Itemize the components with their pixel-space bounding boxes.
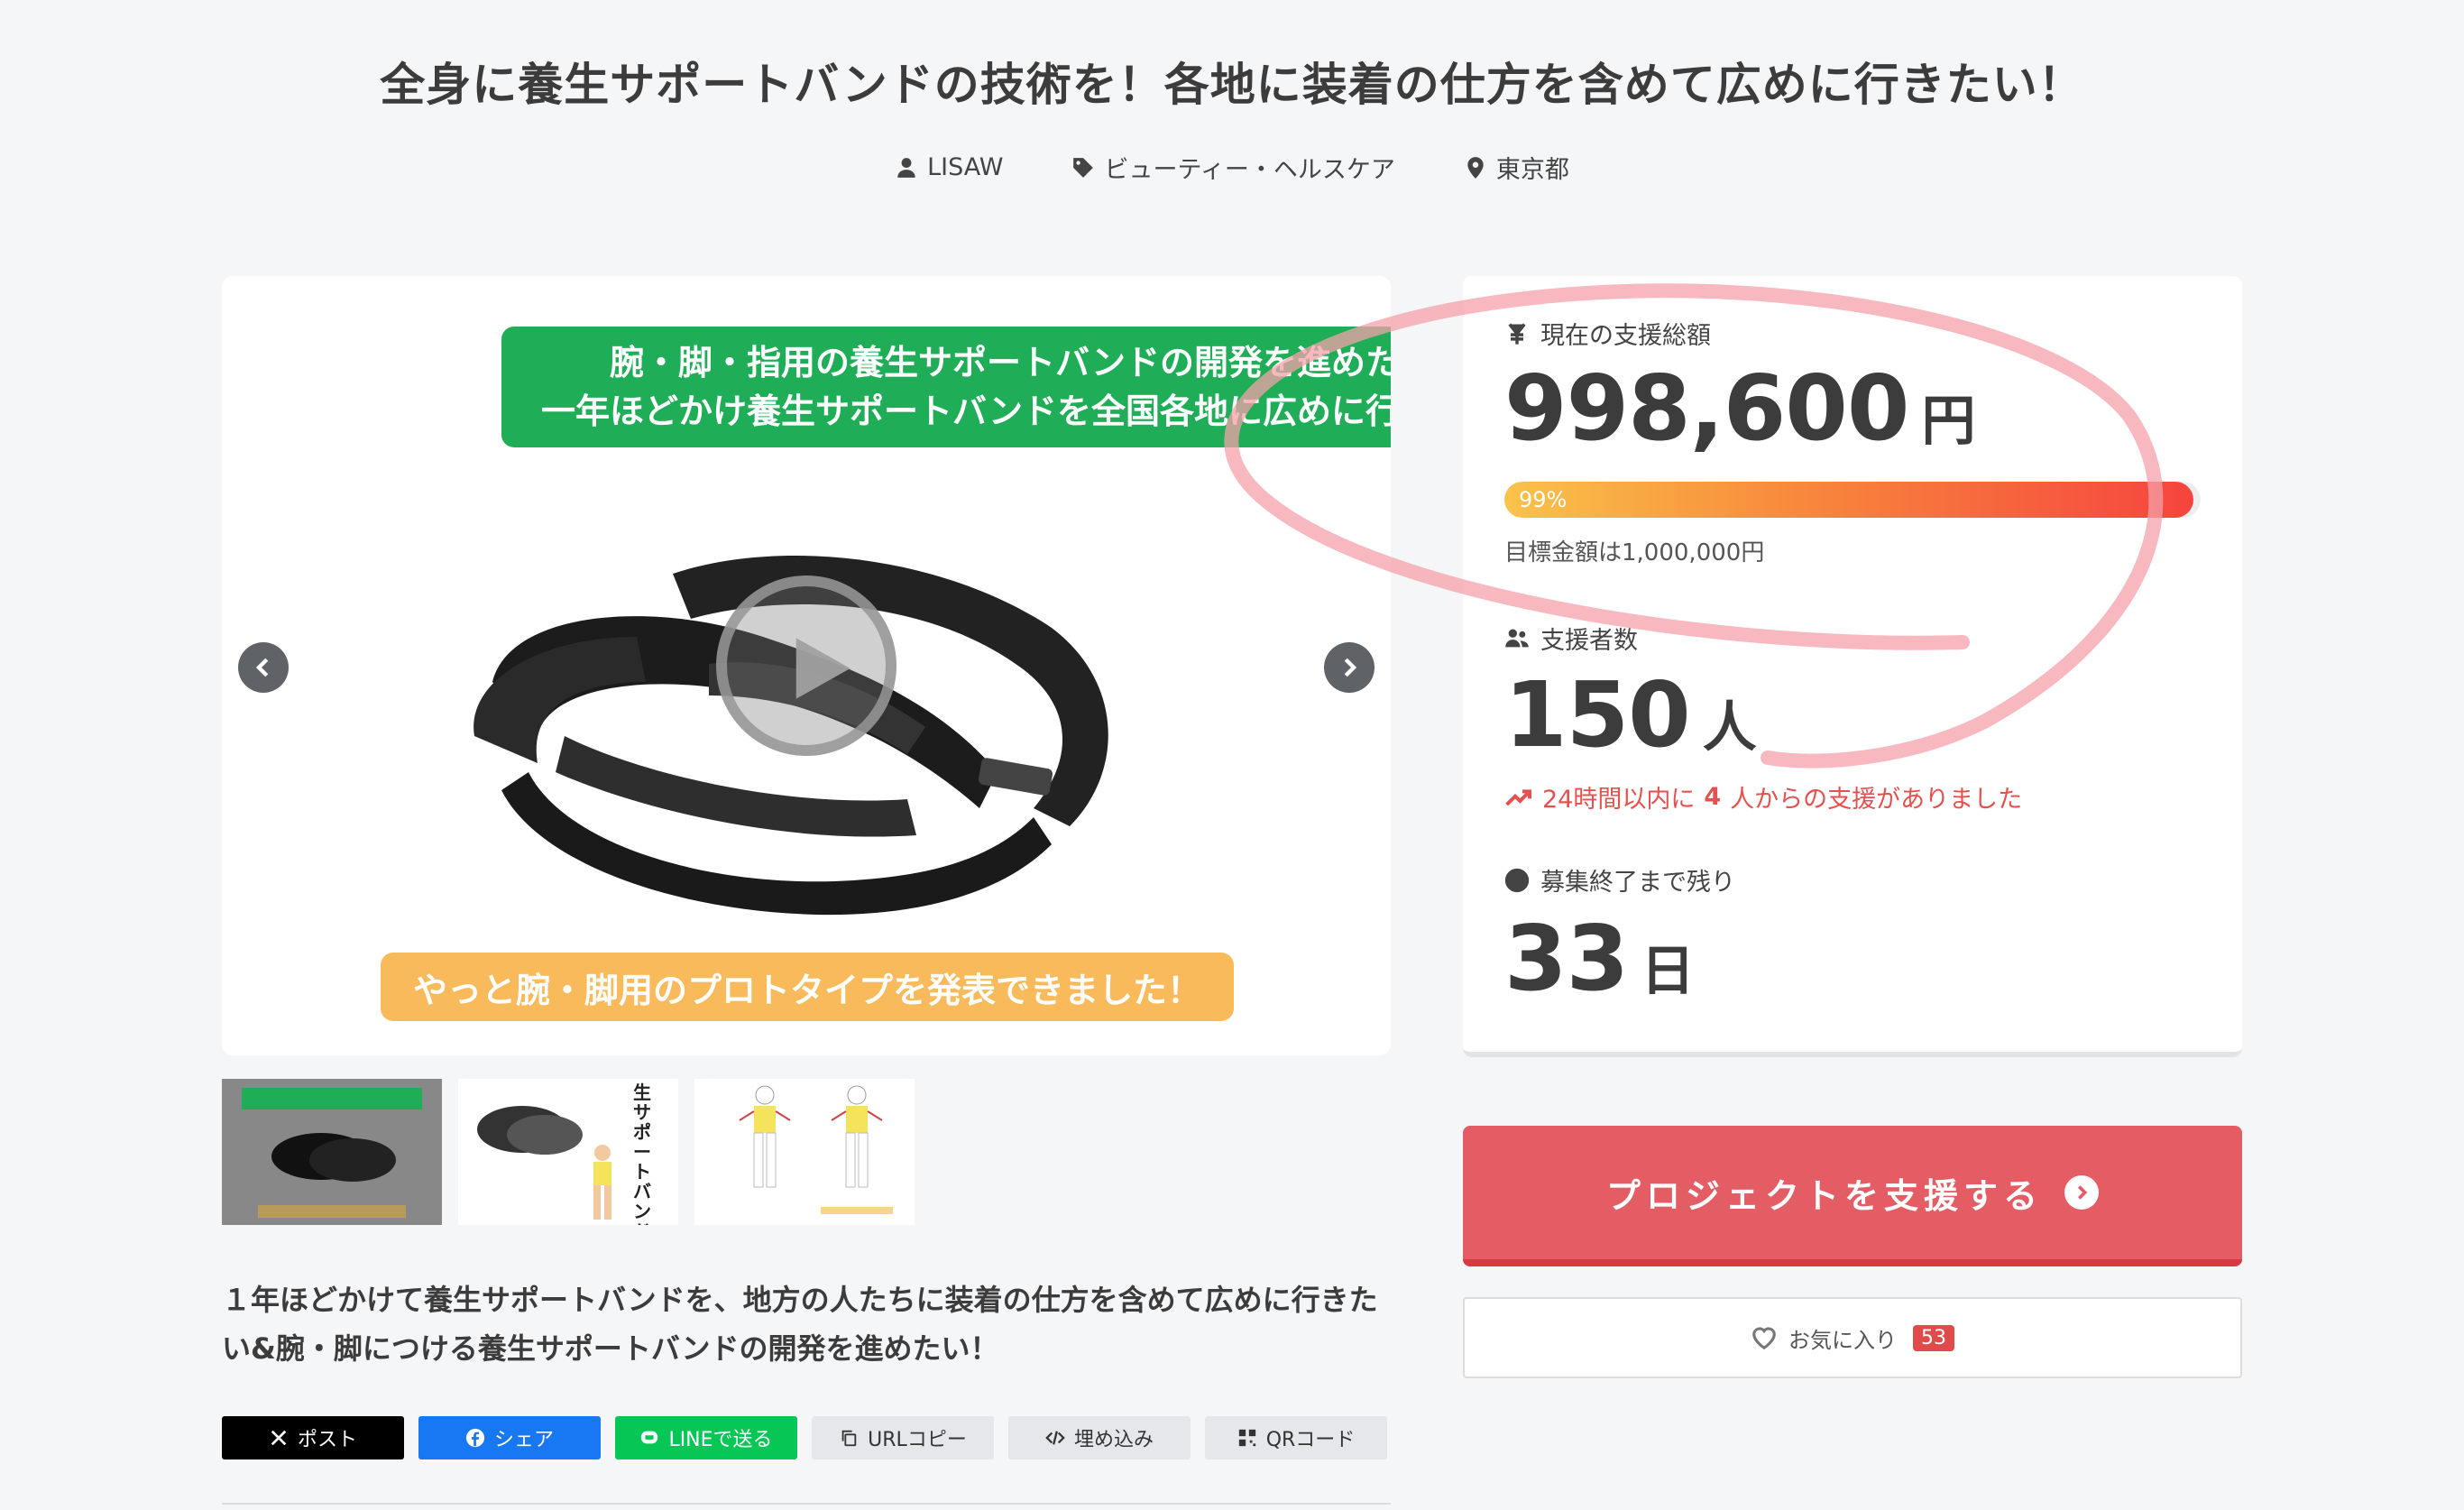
funding-progress-bar: 99% [1504, 482, 2201, 518]
yen-icon [1508, 322, 1526, 345]
tag-icon [1073, 157, 1094, 178]
media-banner-top: 腕・脚・指用の養生サポートバンドの開発を進めたい！ 一年ほどかけ養生サポートバン… [501, 327, 1391, 447]
share-facebook-label: シェア [493, 1429, 554, 1451]
remaining-days-value: 33 [1504, 906, 1629, 1011]
recent-suffix: 人からの支援がありました [1730, 786, 2023, 814]
thumb-vertical-text: 生サポートバンド [633, 1082, 651, 1225]
project-description: １年ほどかけて養生サポートバンドを、地方の人たちに装着の仕方を含めて広めに行きた… [222, 1283, 1378, 1366]
favorite-count-badge: 53 [1913, 1324, 1954, 1351]
share-x-button[interactable]: ポスト [222, 1416, 404, 1459]
media-viewer[interactable]: 腕・脚・指用の養生サポートバンドの開発を進めたい！ 一年ほどかけ養生サポートバン… [222, 276, 1391, 1055]
progress-fill: 99% [1504, 482, 2194, 518]
share-bar: ポスト シェア LINEで送る URLコピー 埋め込み QRコード [222, 1416, 1387, 1459]
copy-icon [841, 1430, 857, 1447]
heart-icon [1752, 1327, 1776, 1350]
trend-up-icon [1505, 788, 1531, 806]
share-x-label: ポスト [297, 1429, 357, 1451]
remaining-days-unit: 日 [1641, 940, 1696, 1003]
banner-line-2: 一年ほどかけ養生サポートバンドを全国各地に広めに行きたい！ [541, 391, 1391, 431]
location-link[interactable]: 東京都 [1464, 150, 1569, 185]
thumb-diagram [739, 1085, 893, 1214]
remaining-label-text: 募集終了まで残り [1540, 869, 1735, 897]
share-line-label: LINEで送る [668, 1429, 773, 1451]
category-name: ビューティー・ヘルスケア [1104, 156, 1395, 184]
arrow-right-circle-icon [2064, 1175, 2099, 1210]
category-link[interactable]: ビューティー・ヘルスケア [1071, 150, 1395, 185]
favorite-label: お気に入り [1788, 1327, 1897, 1353]
backers-count: 150 人 [1504, 662, 1757, 768]
backers-count-value: 150 [1504, 662, 1691, 768]
qr-code-label: QRコード [1265, 1429, 1356, 1451]
thumb-banner-bottom [258, 1205, 406, 1218]
remaining-label: 募集終了まで残り [1504, 862, 1735, 898]
favorite-button[interactable]: お気に入り 53 [1463, 1297, 2242, 1378]
backers-count-unit: 人 [1702, 696, 1757, 760]
owner-link[interactable]: LISAW [895, 150, 1003, 185]
media-banner-bottom: やっと腕・脚用のプロトタイプを発表できました！ [381, 953, 1234, 1021]
funding-amount: 998,600 円 [1504, 355, 1975, 461]
funding-label: 現在の支援総額 [1504, 316, 1711, 351]
funding-label-text: 現在の支援総額 [1540, 322, 1711, 350]
next-slide-button[interactable] [1324, 642, 1375, 693]
backers-label: 支援者数 [1504, 621, 1638, 656]
project-meta: LISAW ビューティー・ヘルスケア 東京都 [0, 150, 2464, 185]
thumb-product [271, 1133, 396, 1182]
play-video-button[interactable] [716, 575, 896, 756]
page-title: 全身に養生サポートバンドの技術を！各地に装着の仕方を含めて広めに行きたい！ [380, 59, 2084, 111]
thumbnail-2[interactable]: 生サポートバンド [458, 1079, 678, 1225]
goal-amount: 目標金額は1,000,000円 [1504, 539, 1765, 566]
chevron-right-icon [1344, 658, 1357, 677]
qr-code-button[interactable]: QRコード [1205, 1416, 1387, 1459]
url-copy-button[interactable]: URLコピー [812, 1416, 994, 1459]
backers-label-text: 支援者数 [1540, 627, 1638, 655]
support-project-label: プロジェクトを支援する [1605, 1175, 2043, 1216]
code-icon [1045, 1431, 1065, 1445]
line-icon [641, 1431, 658, 1444]
chevron-left-icon [255, 658, 269, 677]
facebook-icon [465, 1428, 485, 1448]
url-copy-label: URLコピー [868, 1429, 967, 1451]
thumbnail-strip: 生サポートバンド [222, 1079, 915, 1225]
user-icon [897, 157, 915, 178]
clock-icon [1504, 868, 1530, 892]
remaining-days: 33 日 [1504, 906, 1695, 1011]
thumb-product [477, 1106, 583, 1155]
funding-stats-card: 現在の支援総額 998,600 円 99% 目標金額は1,000,000円 支援… [1463, 276, 2242, 1057]
thumb-banner [242, 1088, 422, 1109]
divider [222, 1503, 1391, 1505]
thumb-figure [593, 1145, 611, 1220]
play-icon [795, 638, 850, 699]
funding-amount-unit: 円 [1921, 390, 1976, 453]
prev-slide-button[interactable] [238, 642, 289, 693]
owner-name: LISAW [927, 153, 1004, 181]
location-name: 東京都 [1495, 156, 1569, 184]
thumbnail-1[interactable] [222, 1079, 442, 1225]
x-logo-icon [271, 1430, 287, 1446]
project-page: 全身に養生サポートバンドの技術を！各地に装着の仕方を含めて広めに行きたい！ LI… [0, 0, 2464, 1510]
share-facebook-button[interactable]: シェア [418, 1416, 601, 1459]
embed-label: 埋め込み [1073, 1429, 1154, 1451]
recent-prefix: 24時間以内に [1542, 786, 1696, 814]
qr-icon [1238, 1429, 1255, 1447]
recent-backers-notice: 24時間以内に 4 人からの支援がありました [1504, 779, 2022, 815]
pin-icon [1467, 156, 1484, 179]
banner-line-1: 腕・脚・指用の養生サポートバンドの開発を進めたい！ [610, 343, 1391, 382]
funding-amount-value: 998,600 [1504, 355, 1909, 461]
recent-count: 4 [1704, 783, 1722, 811]
embed-button[interactable]: 埋め込み [1008, 1416, 1191, 1459]
share-line-button[interactable]: LINEで送る [615, 1416, 797, 1459]
thumbnail-3[interactable] [694, 1079, 915, 1225]
support-project-button[interactable]: プロジェクトを支援する [1463, 1126, 2242, 1266]
users-icon [1505, 629, 1529, 647]
